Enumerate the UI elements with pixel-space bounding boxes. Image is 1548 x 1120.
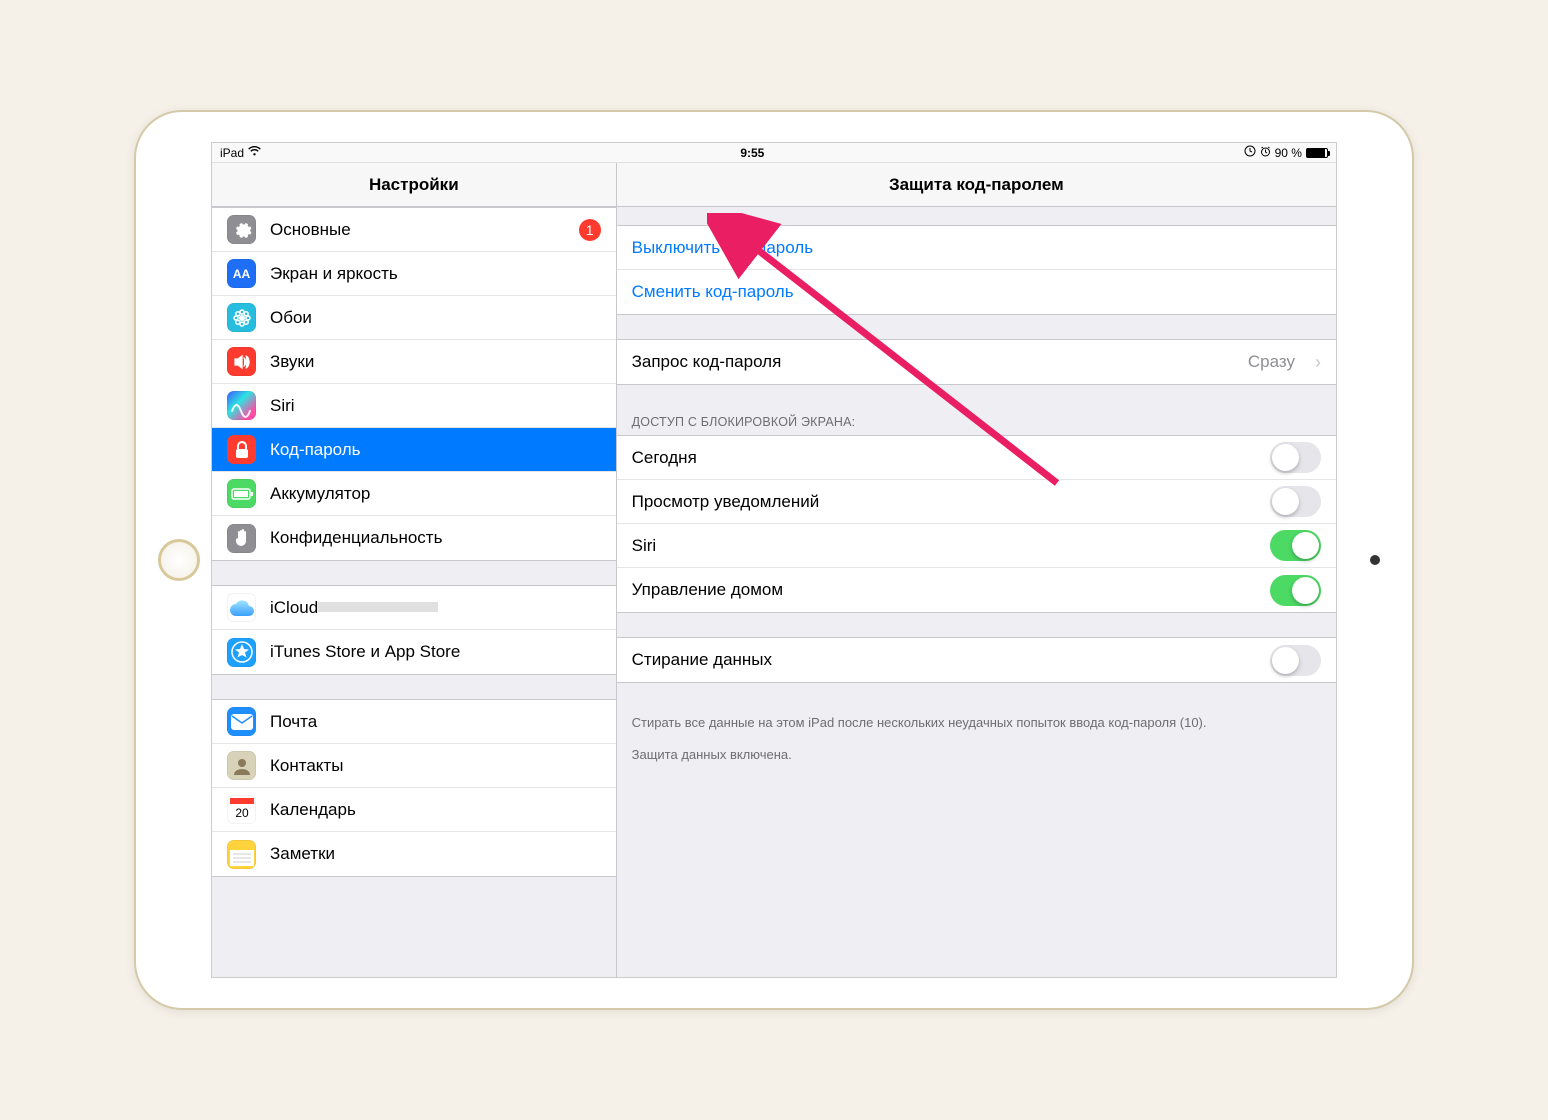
sidebar-title: Настройки	[212, 163, 616, 207]
settings-sidebar: Настройки Основные 1 AA Экран и яркость Обои…	[212, 163, 617, 977]
change-passcode-row[interactable]: Сменить код-пароль	[617, 270, 1336, 314]
tablet-frame: iPad 9:55 90 % Настройки Основные1A	[134, 110, 1414, 1010]
clock: 9:55	[740, 146, 764, 160]
sidebar-item-label: Заметки	[270, 844, 335, 863]
home-button[interactable]	[158, 539, 200, 581]
sidebar-item-label: Звуки	[270, 352, 314, 371]
toggle-row-home[interactable]: Управление домом	[617, 568, 1336, 612]
protection-footer: Защита данных включена.	[617, 739, 1336, 771]
require-passcode-group: Запрос код-пароля Сразу ›	[617, 339, 1336, 385]
sidebar-item-general[interactable]: Основные 1	[212, 208, 616, 252]
sidebar-item-notes[interactable]: Заметки	[212, 832, 616, 876]
toggle-label: Сегодня	[632, 448, 1256, 468]
toggle-label: Просмотр уведомлений	[632, 492, 1256, 512]
sidebar-item-label: Основные	[270, 220, 351, 239]
calendar-icon: 20	[227, 795, 256, 824]
battery-percent: 90 %	[1275, 146, 1302, 160]
sidebar-item-label: Контакты	[270, 756, 343, 775]
toggle-switch-siri[interactable]	[1270, 530, 1321, 561]
detail-pane: Защита код-паролем Выключить код-пароль …	[617, 163, 1336, 977]
passcode-actions-group: Выключить код-пароль Сменить код-пароль	[617, 225, 1336, 315]
notes-icon	[227, 840, 256, 869]
speaker-icon	[227, 347, 256, 376]
rotation-lock-icon	[1244, 145, 1256, 160]
sidebar-item-wallpaper[interactable]: Обои	[212, 296, 616, 340]
erase-data-label: Стирание данных	[632, 650, 1256, 670]
sidebar-item-label: Обои	[270, 308, 312, 327]
toggle-label: Управление домом	[632, 580, 1256, 600]
sidebar-item-itunes[interactable]: iTunes Store и App Store	[212, 630, 616, 674]
erase-group: Стирание данных	[617, 637, 1336, 683]
sidebar-item-label: Аккумулятор	[270, 484, 370, 503]
battery-icon	[1306, 148, 1328, 158]
sidebar-item-passcode[interactable]: Код-пароль	[212, 428, 616, 472]
badge: 1	[579, 219, 601, 241]
sidebar-group: Основные 1 AA Экран и яркость Обои Звуки Siri К…	[212, 207, 616, 561]
gear-icon	[227, 215, 256, 244]
sidebar-item-battery[interactable]: Аккумулятор	[212, 472, 616, 516]
require-passcode-row[interactable]: Запрос код-пароля Сразу ›	[617, 340, 1336, 384]
sidebar-item-contacts[interactable]: Контакты	[212, 744, 616, 788]
contacts-icon	[227, 751, 256, 780]
sidebar-item-label: Экран и яркость	[270, 264, 398, 283]
sidebar-item-sub	[318, 602, 438, 612]
sidebar-item-siri[interactable]: Siri	[212, 384, 616, 428]
wifi-icon	[248, 146, 261, 159]
erase-data-toggle[interactable]	[1270, 645, 1321, 676]
toggle-switch-notif[interactable]	[1270, 486, 1321, 517]
sidebar-item-label: iCloud	[270, 598, 318, 617]
cloud-icon	[227, 593, 256, 622]
flower-icon	[227, 303, 256, 332]
appstore-icon	[227, 638, 256, 667]
battery-icon	[227, 479, 256, 508]
AA-icon: AA	[227, 259, 256, 288]
toggle-switch-today[interactable]	[1270, 442, 1321, 473]
lockscreen-toggles-group: Сегодня Просмотр уведомлений Siri Управлени…	[617, 435, 1336, 613]
sidebar-item-icloud[interactable]: iCloud	[212, 586, 616, 630]
require-passcode-value: Сразу	[1248, 352, 1295, 372]
mail-icon	[227, 707, 256, 736]
front-camera	[1370, 555, 1380, 565]
toggle-row-siri[interactable]: Siri	[617, 524, 1336, 568]
toggle-switch-home[interactable]	[1270, 575, 1321, 606]
sidebar-item-label: Siri	[270, 396, 295, 415]
chevron-right-icon: ›	[1315, 352, 1321, 373]
sidebar-item-label: Код-пароль	[270, 440, 361, 459]
change-passcode-label: Сменить код-пароль	[632, 282, 794, 302]
svg-text:20: 20	[235, 806, 249, 820]
sidebar-item-label: iTunes Store и App Store	[270, 642, 460, 661]
lock-icon	[227, 435, 256, 464]
toggle-label: Siri	[632, 536, 1256, 556]
erase-data-row[interactable]: Стирание данных	[617, 638, 1336, 682]
siri-icon	[227, 391, 256, 420]
sidebar-item-mail[interactable]: Почта	[212, 700, 616, 744]
detail-title: Защита код-паролем	[617, 163, 1336, 207]
alarm-icon	[1260, 146, 1271, 160]
screen: iPad 9:55 90 % Настройки Основные1A	[211, 142, 1337, 978]
sidebar-item-label: Почта	[270, 712, 317, 731]
lockscreen-access-header: ДОСТУП С БЛОКИРОВКОЙ ЭКРАНА:	[617, 409, 1336, 435]
sidebar-item-label: Конфиденциальность	[270, 528, 442, 547]
hand-icon	[227, 524, 256, 553]
toggle-row-notif[interactable]: Просмотр уведомлений	[617, 480, 1336, 524]
device-label: iPad	[220, 146, 244, 160]
disable-passcode-row[interactable]: Выключить код-пароль	[617, 226, 1336, 270]
sidebar-item-sounds[interactable]: Звуки	[212, 340, 616, 384]
status-bar: iPad 9:55 90 %	[212, 143, 1336, 163]
require-passcode-label: Запрос код-пароля	[632, 352, 1234, 372]
toggle-row-today[interactable]: Сегодня	[617, 436, 1336, 480]
sidebar-item-privacy[interactable]: Конфиденциальность	[212, 516, 616, 560]
disable-passcode-label: Выключить код-пароль	[632, 238, 813, 258]
sidebar-item-calendar[interactable]: 20 Календарь	[212, 788, 616, 832]
sidebar-item-label: Календарь	[270, 800, 356, 819]
sidebar-item-display[interactable]: AA Экран и яркость	[212, 252, 616, 296]
erase-footer: Стирать все данные на этом iPad после не…	[617, 707, 1336, 739]
sidebar-group: iCloud iTunes Store и App Store	[212, 585, 616, 675]
sidebar-group: Почта Контакты 20 Календарь Заметки	[212, 699, 616, 877]
